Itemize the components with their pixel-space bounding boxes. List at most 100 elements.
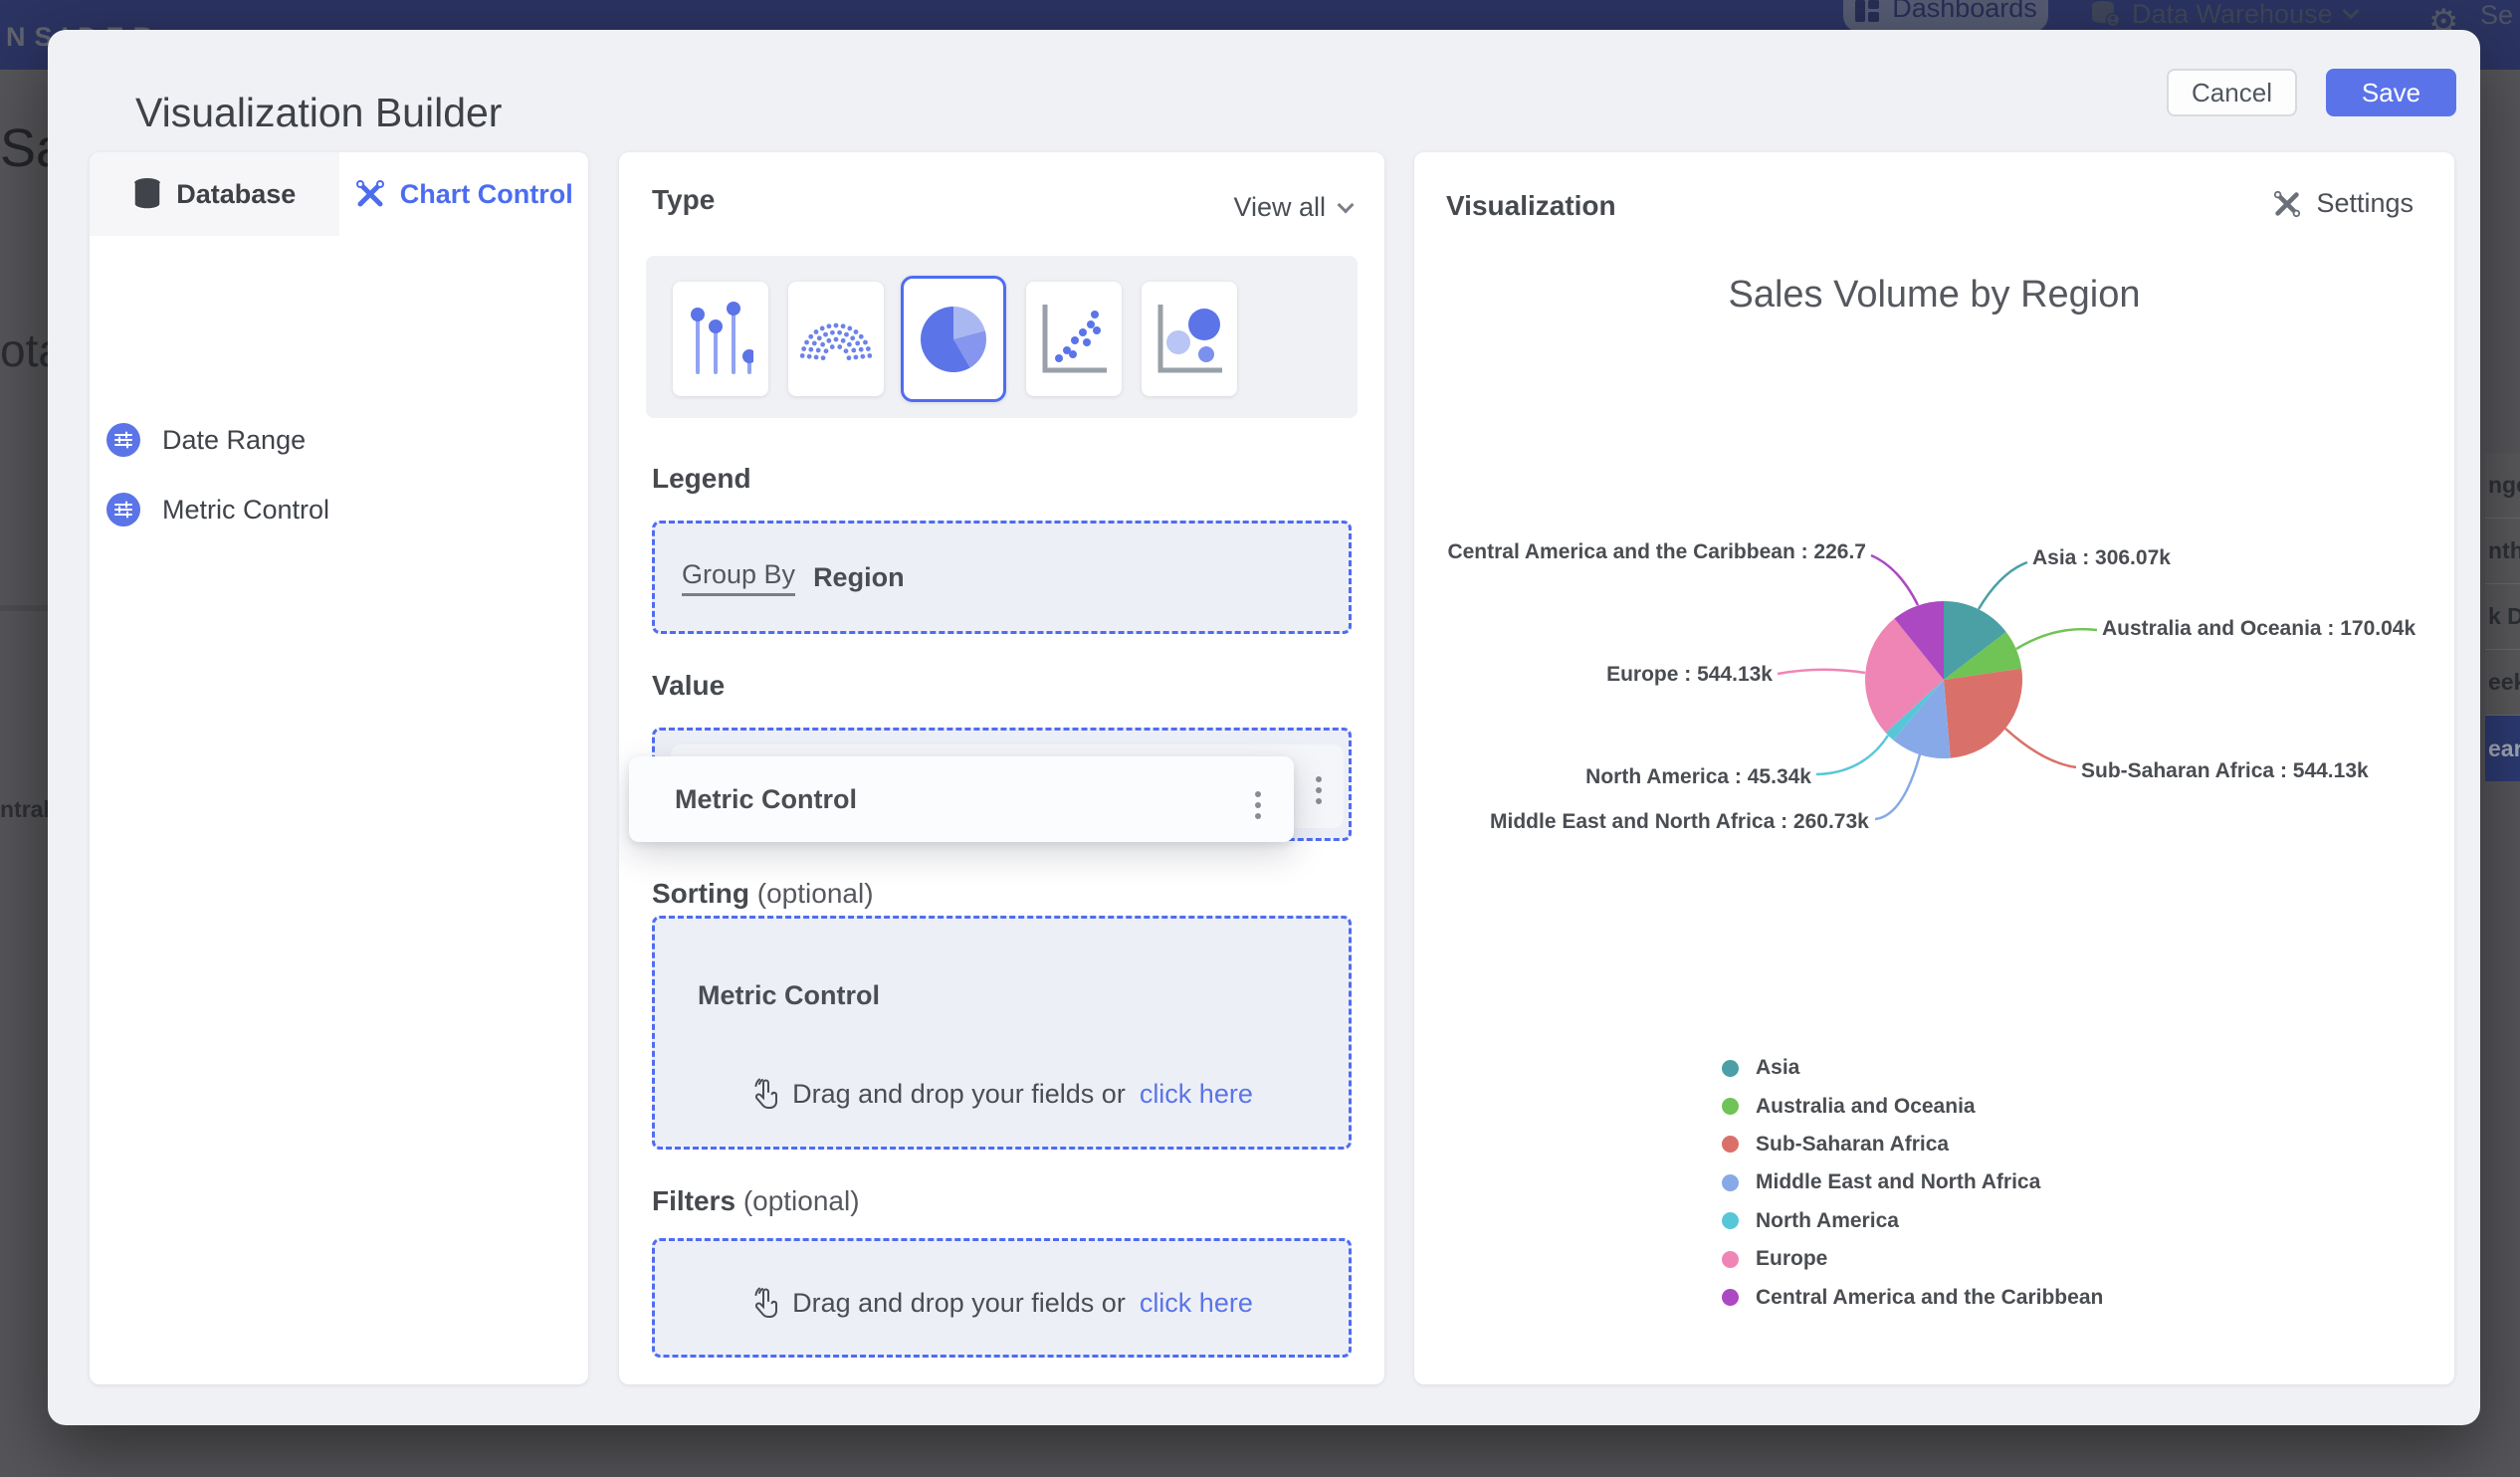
view-all-button[interactable]: View all [1233, 192, 1355, 223]
legend-label: Australia and Oceania [1756, 1094, 1976, 1118]
arc-dot [860, 353, 866, 359]
sorting-drop-zone[interactable]: Metric Control Drag and drop your fields… [652, 916, 1352, 1150]
dropdown-option[interactable]: nge [2485, 453, 2520, 519]
save-button[interactable]: Save [2326, 69, 2456, 116]
filters-drop-zone[interactable]: Drag and drop your fields or click here [652, 1238, 1352, 1358]
chart-type-arc-dots[interactable] [788, 282, 884, 396]
tab-chart-control[interactable]: Chart Control [338, 152, 588, 236]
arc-dot [850, 334, 856, 340]
arc-dot [830, 329, 835, 335]
nav-item-dashboards[interactable]: Dashboards [1843, 0, 2048, 32]
legend-item[interactable]: Sub-Saharan Africa [1722, 1126, 2103, 1163]
arc-dot [846, 341, 852, 347]
arc-dot [844, 331, 849, 337]
value-chip-label: Metric Control [675, 783, 858, 814]
legend-item[interactable]: Europe [1722, 1240, 2103, 1278]
sidebar-tabs: Database Chart Control [90, 152, 588, 236]
dropdown-option[interactable]: k D [2485, 584, 2520, 650]
legend-item[interactable]: Middle East and North Africa [1722, 1163, 2103, 1201]
pie-label: Sub-Saharan Africa : 544.13k [2081, 759, 2369, 782]
pie-label: Asia : 306.07k [2032, 546, 2171, 569]
dashboard-icon [1855, 0, 1880, 22]
cancel-button[interactable]: Cancel [2167, 69, 2297, 116]
data-warehouse-icon [2092, 1, 2120, 28]
dropdown-option[interactable]: eek [2485, 650, 2520, 716]
sorting-heading: Sorting (optional) [652, 878, 1352, 910]
lollipop-chart-icon [691, 301, 753, 374]
chart-type-scatter[interactable] [1026, 282, 1122, 396]
arc-dot [833, 336, 839, 341]
pie-leader-line [1777, 668, 1866, 676]
tune-icon [106, 493, 140, 527]
chevron-down-icon [1337, 196, 1355, 213]
settings-button[interactable]: Settings [2272, 188, 2414, 219]
visualization-panel: Visualization Settings Sales Volume by R… [1414, 152, 2454, 1384]
pie-label: Australia and Oceania : 170.04k [2102, 617, 2415, 640]
legend-item[interactable]: North America [1722, 1202, 2103, 1240]
pie-leader-line [2015, 627, 2098, 651]
arc-dot [840, 322, 846, 328]
chart-legend: Asia Australia and Oceania Sub-Saharan Afr… [1722, 1049, 2103, 1317]
pie-leader-line [1870, 553, 1920, 606]
screen: NSIDER Dashboards Data Warehouse ⚙ Se [0, 0, 2520, 1477]
kebab-menu-icon[interactable] [1255, 791, 1261, 819]
arc-dot [823, 331, 828, 337]
click-here-link[interactable]: click here [1140, 1288, 1253, 1319]
sidebar-item-date-range[interactable]: Date Range [106, 423, 306, 457]
nav-dashboards-label: Dashboards [1892, 0, 2037, 23]
legend-item[interactable]: Australia and Oceania [1722, 1087, 2103, 1125]
filters-heading: Filters (optional) [652, 1185, 1352, 1217]
arc-dot [819, 325, 825, 330]
legend-color-dot [1722, 1250, 1739, 1268]
legend-color-dot [1722, 1212, 1739, 1230]
dropdown-option[interactable]: nth [2485, 519, 2520, 584]
drag-hand-icon [754, 1078, 778, 1109]
arc-dot [846, 354, 852, 360]
click-here-link[interactable]: click here [1140, 1079, 1253, 1110]
nav-item-data-warehouse[interactable]: Data Warehouse [2090, 0, 2360, 34]
kebab-menu-icon[interactable] [1316, 776, 1322, 804]
filters-heading-label: Filters [652, 1185, 736, 1216]
value-chip-dragging[interactable]: Metric Control [629, 756, 1294, 842]
tab-database[interactable]: Database [90, 152, 339, 236]
arc-dot [804, 339, 809, 344]
arc-dot [811, 340, 817, 345]
legend-item[interactable]: Central America and the Caribbean [1722, 1278, 2103, 1316]
arc-dot [858, 346, 864, 352]
chart-type-bubble[interactable] [1142, 282, 1237, 396]
filters-optional-label: (optional) [742, 1185, 860, 1216]
pie-leader-line [2004, 728, 2077, 769]
pie-label: Central America and the Caribbean : 226.… [1447, 540, 1866, 563]
drag-hand-icon [754, 1287, 778, 1318]
settings-label: Settings [2316, 188, 2414, 218]
arc-dot [826, 337, 832, 343]
dropdown-option-selected[interactable]: ear [2485, 716, 2520, 781]
legend-color-dot [1722, 1173, 1739, 1191]
drop-text: Drag and drop your fields or [792, 1287, 1126, 1318]
arc-dot [801, 345, 807, 351]
arc-dot [837, 343, 843, 349]
dropdown-option-label: nge [2488, 472, 2520, 498]
pie-chart: Asia : 306.07k Australia and Oceania : 17… [1447, 540, 2415, 833]
legend-heading: Legend [652, 463, 751, 494]
chart-type-lollipop[interactable] [673, 282, 768, 396]
arc-dot [808, 333, 814, 339]
dropdown-option-label: ear [2488, 735, 2520, 761]
legend-label: Sub-Saharan Africa [1756, 1132, 1950, 1156]
legend-drop-zone[interactable]: Group By Region [652, 521, 1352, 634]
arc-dot [820, 354, 826, 360]
legend-label: Europe [1756, 1247, 1828, 1271]
group-by-value[interactable]: Region [813, 562, 905, 593]
database-icon [133, 178, 161, 210]
pie-label: Middle East and North Africa : 260.73k [1490, 810, 1869, 833]
dropdown-option-label: k D [2488, 603, 2520, 629]
nav-settings-label: Se [2480, 0, 2514, 30]
legend-item[interactable]: Asia [1722, 1049, 2103, 1087]
group-by-label[interactable]: Group By [682, 559, 796, 596]
chart-type-pie-selected[interactable] [901, 276, 1006, 402]
tune-icon [106, 423, 140, 457]
sidebar-item-metric-control[interactable]: Metric Control [106, 493, 329, 527]
pie-slice-2[interactable] [1944, 668, 2022, 758]
legend-color-dot [1722, 1098, 1739, 1116]
drop-text: Drag and drop your fields or [792, 1078, 1126, 1109]
